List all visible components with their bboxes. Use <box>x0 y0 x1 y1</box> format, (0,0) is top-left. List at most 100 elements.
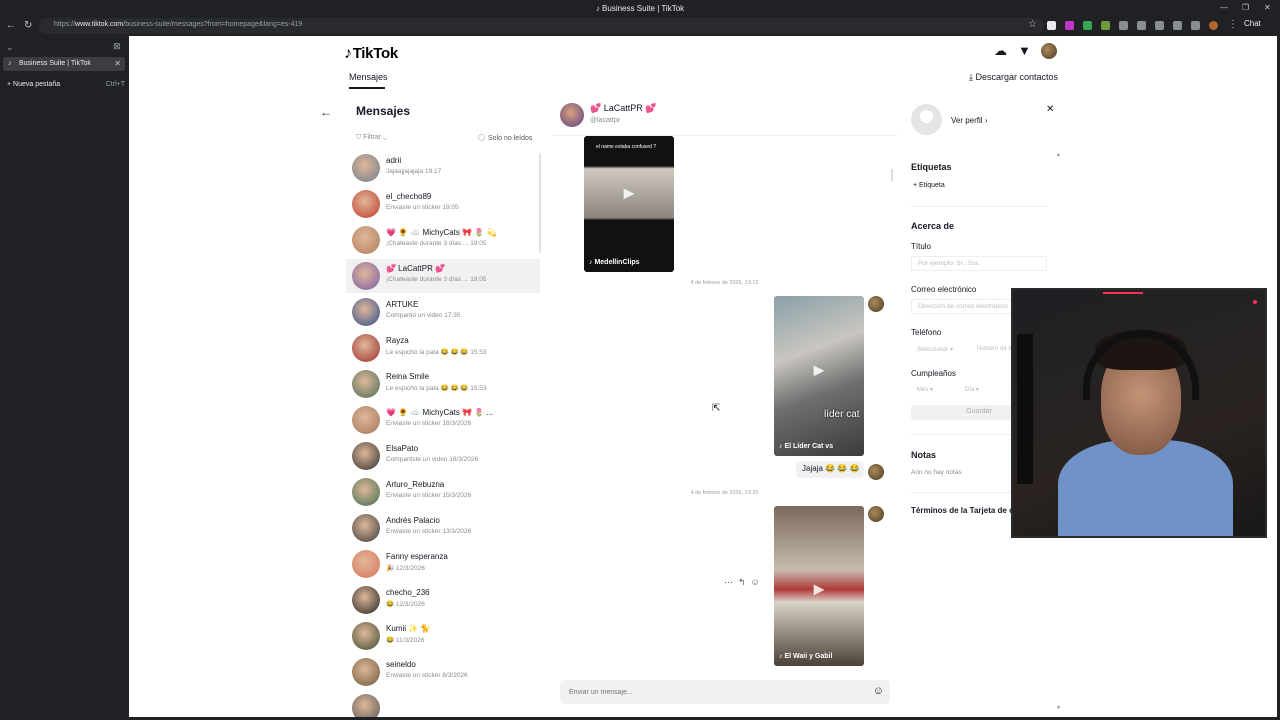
back-arrow-icon[interactable]: ← <box>320 105 332 119</box>
profile-avatar-icon[interactable] <box>1209 21 1218 30</box>
chat-button[interactable]: Chat <box>1244 19 1261 28</box>
history-icon[interactable] <box>1155 21 1164 30</box>
cloud-upload-icon[interactable]: ☁ <box>994 43 1007 59</box>
conversation-name: 💗 🌻 ☁️ MichyCats 🎀 🌷 💫 <box>386 228 497 237</box>
reload-icon[interactable]: ↻ <box>24 20 32 31</box>
shared-video-card[interactable]: el name estaba confused ? ▶ ♪ MedellinCl… <box>584 136 674 272</box>
conversation-row[interactable]: ARTUKE Compartió un video 17:35 <box>346 295 540 329</box>
collapse-chevron-icon[interactable]: ⌄ <box>6 42 14 53</box>
download-icon[interactable] <box>1173 21 1182 30</box>
tiktok-logo[interactable]: ♪TikTok <box>344 45 398 63</box>
conversation-avatar <box>352 262 380 290</box>
reply-icon[interactable]: ↰ <box>738 577 751 587</box>
conversation-avatar <box>352 226 380 254</box>
title-field[interactable]: Por ejemplo: Sr., Sra. <box>911 256 1047 271</box>
unread-only-toggle[interactable]: Solo no leídos <box>478 134 532 142</box>
view-profile-link[interactable]: Ver perfil › <box>951 116 987 125</box>
tab-business-suite[interactable]: ♪ Business Suite | TikTok ✕ <box>3 57 125 71</box>
tiktok-note-icon: ♪ <box>589 259 593 266</box>
video-overlay-text: líder cat <box>824 409 860 420</box>
conversation-avatar <box>352 622 380 650</box>
extension-icon[interactable] <box>1065 21 1074 30</box>
download-contacts-button[interactable]: ⤓ Descargar contactos <box>969 72 1058 83</box>
conversation-row[interactable]: checho_236 😂 12/3/2026 <box>346 583 540 617</box>
conversation-row[interactable]: 💕 LaCattPR 💕 ¡Chateaste durante 3 días ..… <box>346 259 540 293</box>
conversation-row[interactable]: Fanny esperanza 🎉 12/3/2026 <box>346 547 540 581</box>
conversation-preview: Enviaste un sticker 8/3/2026 <box>386 672 468 679</box>
conversation-row[interactable]: Reina Smile Le espichó la pata 😂 😂 😂 15:5… <box>346 367 540 401</box>
maximize-icon[interactable]: ❐ <box>1242 3 1249 12</box>
chat-scrollbar[interactable] <box>891 169 893 181</box>
filter-funnel-icon[interactable]: ▼ <box>1018 43 1031 58</box>
scroll-up-icon[interactable]: ▲ <box>1056 152 1061 158</box>
conversation-row[interactable]: adrii Jajaajjajajaja 19:17 <box>346 151 540 185</box>
bookmark-star-icon[interactable]: ☆ <box>1028 19 1037 30</box>
conversations-title: Mensajes <box>356 104 411 118</box>
more-options-icon[interactable]: ⋯ <box>724 577 738 587</box>
url-field[interactable]: https://www.tiktok.com/business-suite/me… <box>38 18 1044 34</box>
conversation-avatar <box>352 586 380 614</box>
shared-video-card[interactable]: ▶ ♪ El Waii y Gabil <box>774 506 864 666</box>
vertical-tab-strip: ⌄ ⊠ ♪ Business Suite | TikTok ✕ + Nueva … <box>0 36 129 720</box>
close-window-icon[interactable]: ✕ <box>1264 3 1271 12</box>
extension-icon[interactable] <box>1083 21 1092 30</box>
filter-dropdown[interactable]: ⛉ Filtrar ⌄ <box>356 134 387 142</box>
extension-icon[interactable] <box>1119 21 1128 30</box>
react-emoji-icon[interactable]: ☺ <box>751 577 765 587</box>
extension-icon[interactable] <box>1047 21 1056 30</box>
about-section-title: Acerca de <box>911 221 955 231</box>
tab-title: Business Suite | TikTok <box>19 60 91 67</box>
shared-video-card[interactable]: ▶ líder cat ♪ El Líder Cat vs <box>774 296 864 456</box>
conversation-row[interactable]: seineldo Enviaste un sticker 8/3/2026 <box>346 655 540 689</box>
conversation-row[interactable]: Arturo_Rebuzna Enviaste un sticker 15/3/2… <box>346 475 540 509</box>
message-bubble[interactable]: Jajaja 😂 😂 😂 <box>796 461 864 478</box>
month-select[interactable]: Mes ▾ <box>917 386 933 393</box>
new-tab-button[interactable]: + Nueva pestaña Ctrl+T <box>7 81 125 88</box>
conversation-row[interactable]: el_checho89 Enviaste un sticker 19:05 <box>346 187 540 221</box>
conversation-name: Andrés Palacio <box>386 516 440 525</box>
add-label-button[interactable]: + Etiqueta <box>913 182 945 189</box>
download-icon: ⤓ <box>969 72 973 82</box>
conversation-row[interactable]: 💗 🌻 ☁️ MichyCats 🎀 🌷 ... Enviaste un stic… <box>346 403 540 437</box>
conversation-row[interactable]: Rayza Le espichó la pata 😂 😂 😂 15:53 <box>346 331 540 365</box>
emoji-picker-icon[interactable]: ☺ <box>873 685 884 697</box>
sidepanel-icon[interactable] <box>1191 21 1200 30</box>
plus-icon: + <box>7 81 12 88</box>
date-separator: 4 de febrero de 2026, 13:12 <box>690 280 759 286</box>
conversation-name: Reina Smile <box>386 372 430 381</box>
close-panel-icon[interactable]: ✕ <box>1046 104 1054 115</box>
conversation-row[interactable] <box>346 691 540 717</box>
tiktok-note-icon: ♪ <box>344 45 352 62</box>
conversation-avatar <box>352 334 380 362</box>
conversation-list-panel: Mensajes ⛉ Filtrar ⌄ Solo no leídos adri… <box>344 96 541 717</box>
conversation-row[interactable]: ElsaPato Compartiste un video 16/3/2026 <box>346 439 540 473</box>
extension-icon[interactable] <box>1101 21 1110 30</box>
message-composer: ☺ <box>560 680 890 704</box>
message-input[interactable] <box>560 680 860 704</box>
tab-messages[interactable]: Mensajes <box>349 72 388 82</box>
scroll-down-icon[interactable]: ▼ <box>1056 705 1061 711</box>
conversation-row[interactable]: Kumii ✨ 🐈 😂 11/3/2026 <box>346 619 540 653</box>
conversation-preview: 😂 11/3/2026 <box>386 637 425 644</box>
conversation-preview: Le espichó la pata 😂 😂 😂 15:53 <box>386 349 487 356</box>
conversation-scrollbar[interactable] <box>539 153 541 253</box>
unread-only-label: Solo no leídos <box>488 135 533 142</box>
conversation-row[interactable]: Andrés Palacio Enviaste un sticker 13/3/2… <box>346 511 540 545</box>
chat-avatar[interactable] <box>560 103 584 127</box>
conversation-avatar <box>352 550 380 578</box>
extensions-puzzle-icon[interactable] <box>1137 21 1146 30</box>
account-avatar[interactable] <box>1041 43 1057 59</box>
minimize-icon[interactable]: — <box>1220 3 1228 12</box>
unread-checkbox[interactable] <box>478 134 485 141</box>
menu-dots-icon[interactable]: ⋮ <box>1228 19 1238 30</box>
view-profile-label: Ver perfil <box>951 116 983 125</box>
chat-panel: 💕 LaCattPR 💕 @lacattpr el name estaba co… <box>552 96 897 717</box>
day-select[interactable]: Día ▾ <box>965 386 979 393</box>
play-icon: ▶ <box>813 580 825 597</box>
conversation-row[interactable]: 💗 🌻 ☁️ MichyCats 🎀 🌷 💫 ¡Chateaste durante… <box>346 223 540 257</box>
chat-contact-name[interactable]: 💕 LaCattPR 💕 <box>590 103 656 114</box>
country-code-select[interactable]: Seleccionar ▾ <box>917 346 953 353</box>
close-tab-icon[interactable]: ✕ <box>114 59 121 68</box>
back-icon[interactable]: ← <box>6 20 16 31</box>
collapse-tabs-icon[interactable]: ⊠ <box>113 41 121 52</box>
